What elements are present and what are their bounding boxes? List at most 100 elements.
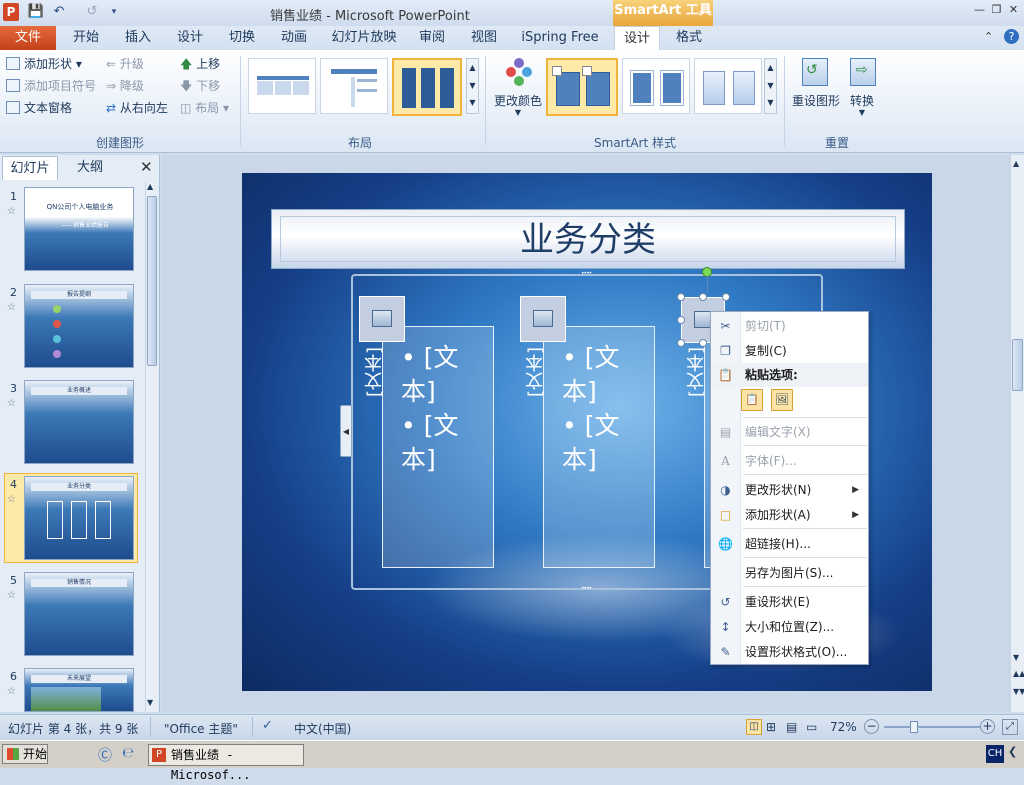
redo-icon[interactable]: ↺ [83, 3, 101, 21]
move-up-button[interactable]: 🡅 上移 [180, 55, 220, 73]
slide-thumbnail-5[interactable]: 销售情况 [24, 572, 134, 656]
gallery-more-icon[interactable]: ▼ [467, 95, 478, 111]
restore-button[interactable]: ❐ [989, 3, 1004, 17]
save-icon[interactable]: 💾 [27, 3, 45, 21]
paste-as-picture-icon[interactable]: 🖼 [771, 389, 793, 411]
zoom-in-icon[interactable]: + [980, 719, 995, 734]
slide-thumbnail-4-selected[interactable]: 业务分类 [24, 476, 134, 560]
styles-gallery-scroll[interactable]: ▲ ▼ ▼ [764, 58, 777, 114]
add-bullet-button[interactable]: 添加项目符号 [6, 77, 96, 95]
smartart-text-box[interactable]: • [文本] • [文本] [382, 326, 494, 568]
tab-view[interactable]: 视图 [462, 26, 506, 50]
tab-file[interactable]: 文件 [0, 26, 56, 50]
tab-home[interactable]: 开始 [64, 26, 108, 50]
tab-ispring[interactable]: iSpring Free [516, 26, 604, 50]
menu-item-format-shape[interactable]: ✎ 设置形状格式(O)... [711, 640, 868, 664]
scroll-up-icon[interactable]: ▲ [147, 182, 153, 191]
next-slide-icon[interactable]: ▼▼ [1013, 687, 1024, 696]
zoom-out-icon[interactable]: − [864, 719, 879, 734]
gallery-up-icon[interactable]: ▲ [765, 59, 776, 77]
reading-view-icon[interactable]: ▤ [786, 720, 797, 734]
scroll-down-icon[interactable]: ▼ [147, 698, 153, 707]
slides-pane-scrollbar[interactable]: ▲ ▼ [145, 182, 158, 712]
close-window-button[interactable]: ✕ [1006, 3, 1021, 17]
slide-thumbnail-2[interactable]: 报告提纲 [24, 284, 134, 368]
resize-handle[interactable] [722, 293, 730, 301]
menu-item-font[interactable]: A 字体(F)... [711, 449, 868, 473]
zoom-level[interactable]: 72% [830, 720, 857, 734]
slide-thumbnail-1[interactable]: QN公司个人电脑业务 ——销售业绩报告 [24, 187, 134, 271]
gallery-up-icon[interactable]: ▲ [467, 59, 478, 77]
start-button[interactable]: 开始 [2, 744, 48, 764]
tab-animations[interactable]: 动画 [272, 26, 316, 50]
layout-option-1[interactable] [248, 58, 316, 114]
slide-thumbnail-3[interactable]: 业务概述 [24, 380, 134, 464]
frame-resize-handle-top[interactable]: •••• [581, 270, 597, 277]
tab-smartart-format[interactable]: 格式 [666, 26, 712, 50]
menu-item-edit-text[interactable]: ▤ 编辑文字(X) [711, 420, 868, 444]
menu-item-cut[interactable]: ✂ 剪切(T) [711, 314, 868, 338]
smartart-style-1-selected[interactable] [546, 58, 618, 116]
menu-item-reset-shape[interactable]: ↺ 重设形状(E) [711, 590, 868, 614]
menu-item-save-as-picture[interactable]: 另存为图片(S)... [711, 561, 868, 585]
move-down-button[interactable]: 🡇 下移 [180, 77, 220, 95]
tab-outline[interactable]: 大纲 [60, 156, 120, 180]
fit-to-window-icon[interactable]: ⤢ [1002, 719, 1018, 735]
tab-review[interactable]: 审阅 [410, 26, 454, 50]
undo-icon[interactable]: ↶ [50, 3, 68, 21]
zoom-slider-track[interactable] [884, 726, 980, 728]
text-pane-toggle-icon[interactable]: ◀ [340, 405, 352, 457]
menu-item-add-shape[interactable]: □ 添加形状(A) ▶ [711, 503, 868, 527]
right-to-left-button[interactable]: ⇄ 从右向左 [106, 99, 168, 117]
spell-check-icon[interactable]: ✓ [262, 718, 273, 733]
scroll-thumb[interactable] [147, 196, 157, 366]
smartart-picture-placeholder[interactable] [520, 296, 566, 342]
tab-design[interactable]: 设计 [168, 26, 212, 50]
previous-slide-icon[interactable]: ▲▲ [1013, 669, 1024, 678]
menu-item-change-shape[interactable]: ◑ 更改形状(N) ▶ [711, 478, 868, 502]
tab-insert[interactable]: 插入 [116, 26, 160, 50]
slide-sorter-icon[interactable]: ⊞ [766, 720, 776, 734]
smartart-picture-placeholder[interactable] [359, 296, 405, 342]
resize-handle[interactable] [699, 339, 707, 347]
reset-graphic-button[interactable]: ↺ 重设图形 [790, 56, 842, 116]
convert-button[interactable]: ⇨ 转换 ▼ [842, 56, 882, 126]
input-language-indicator[interactable]: CH [986, 745, 1004, 763]
slide-title-placeholder[interactable]: 业务分类 [271, 209, 905, 269]
layout-option-3-selected[interactable] [392, 58, 462, 116]
promote-button[interactable]: ⇐ 升级 [106, 55, 144, 73]
layout-button[interactable]: ◫ 布局 ▾ [180, 99, 229, 117]
customize-qat-icon[interactable]: ▾ [105, 3, 123, 21]
tab-smartart-design[interactable]: 设计 [614, 26, 660, 51]
gallery-more-icon[interactable]: ▼ [765, 95, 776, 111]
resize-handle[interactable] [677, 316, 685, 324]
frame-resize-handle-bottom[interactable]: •••• [581, 585, 597, 592]
menu-item-copy[interactable]: ❐ 复制(C) [711, 339, 868, 363]
menu-item-size-position[interactable]: ↕ 大小和位置(Z)... [711, 615, 868, 639]
internet-explorer-icon[interactable]: ℮ [122, 745, 134, 761]
slide-thumbnail-6[interactable]: 未来展望 [24, 668, 134, 712]
layout-option-2[interactable] [320, 58, 388, 114]
zoom-slider-thumb[interactable] [910, 721, 918, 733]
scroll-up-icon[interactable]: ▲ [1013, 159, 1019, 168]
demote-button[interactable]: ⇒ 降级 [106, 77, 144, 95]
taskbar-powerpoint-item[interactable]: P 销售业绩 - Microsof... [148, 744, 304, 782]
theme-status[interactable]: "Office 主题" [164, 720, 238, 737]
tab-slideshow[interactable]: 幻灯片放映 [326, 26, 402, 50]
change-colors-button[interactable]: 更改颜色 ▼ [492, 56, 544, 126]
editor-scrollbar[interactable]: ▲ ▼ ▲▲ ▼▼ [1010, 155, 1024, 712]
collapse-ribbon-icon[interactable]: ⌃ [984, 30, 993, 43]
slideshow-icon[interactable]: ▭ [806, 720, 817, 734]
layout-gallery-scroll[interactable]: ▲ ▼ ▼ [466, 58, 479, 114]
paste-keep-format-icon[interactable]: 📋 [741, 389, 763, 411]
quicklaunch-icon[interactable]: Ⓒ [98, 745, 112, 765]
tray-arrow-icon[interactable]: ❮ [1008, 745, 1017, 758]
resize-handle[interactable] [677, 339, 685, 347]
minimize-button[interactable]: — [972, 3, 987, 17]
text-pane-button[interactable]: 文本窗格 [6, 99, 72, 117]
add-shape-button[interactable]: 添加形状 ▾ [6, 55, 82, 73]
scroll-down-icon[interactable]: ▼ [1013, 653, 1019, 662]
gallery-down-icon[interactable]: ▼ [467, 77, 478, 95]
powerpoint-app-icon[interactable]: P [3, 3, 19, 21]
smartart-style-3[interactable] [694, 58, 762, 114]
